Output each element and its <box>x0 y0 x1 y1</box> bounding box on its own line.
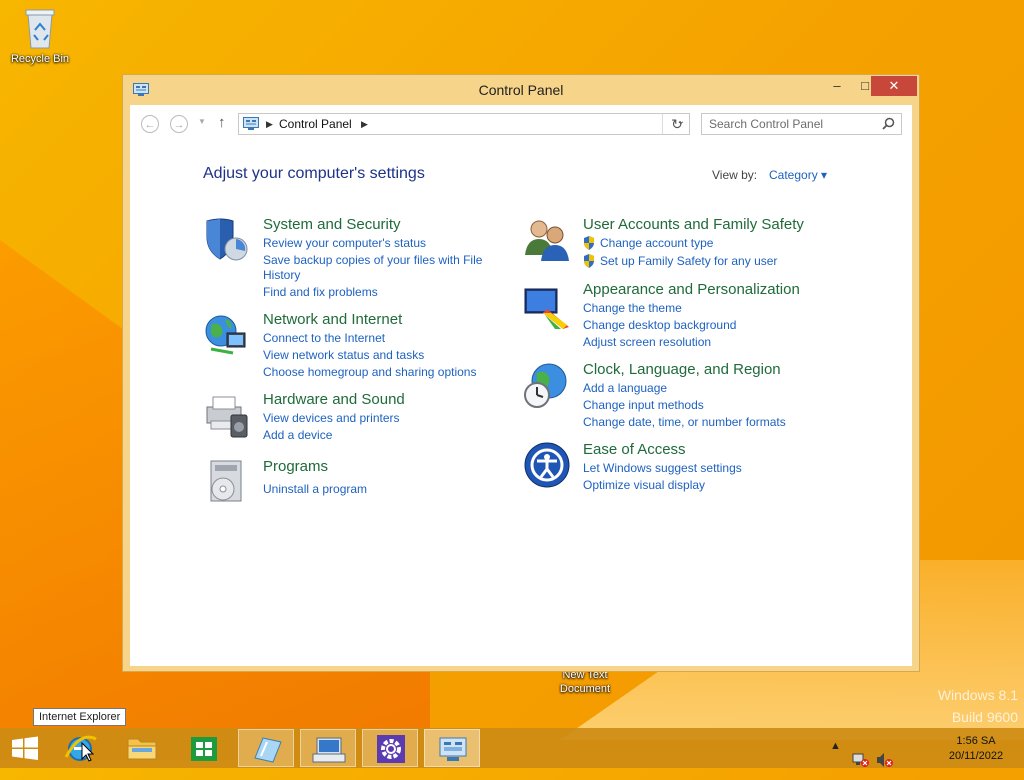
taskbar-notepad[interactable] <box>238 729 294 767</box>
uac-shield-icon <box>584 236 594 250</box>
address-field[interactable]: ▶ Control Panel ▶ ⌄ <box>238 113 690 135</box>
control-panel-icon <box>439 737 467 761</box>
control-panel-icon <box>243 117 259 130</box>
shield-icon[interactable] <box>203 215 251 263</box>
link-change-desktop-background[interactable]: Change desktop background <box>583 318 736 332</box>
minimize-button[interactable]: – <box>823 76 851 96</box>
category-network-and-internet[interactable]: Network and Internet <box>263 311 402 328</box>
search-box <box>701 113 902 135</box>
keyboard-icon <box>312 737 346 763</box>
search-input[interactable] <box>702 114 886 134</box>
clock-time: 1:56 SA <box>956 735 996 747</box>
link-change-account-type[interactable]: Change account type <box>600 236 713 250</box>
link-adjust-screen-resolution[interactable]: Adjust screen resolution <box>583 335 711 349</box>
taskbar-on-screen-keyboard[interactable] <box>300 729 356 767</box>
taskbar-store[interactable] <box>176 729 232 767</box>
windows-build-watermark: Windows 8.1 Build 9600 <box>938 684 1018 728</box>
link-change-the-theme[interactable]: Change the theme <box>583 301 682 315</box>
category-appearance-personalization[interactable]: Appearance and Personalization <box>583 281 800 298</box>
back-button[interactable]: ← <box>141 115 159 133</box>
start-button[interactable] <box>0 729 56 767</box>
up-arrow-icon[interactable]: ↑ <box>218 114 226 131</box>
category-clock-language-region[interactable]: Clock, Language, and Region <box>583 361 781 378</box>
new-text-document-desktop-icon[interactable]: New Text Document <box>548 668 622 696</box>
speaker-muted-icon[interactable] <box>876 740 894 780</box>
recycle-bin-desktop-icon[interactable]: Recycle Bin <box>6 6 74 65</box>
link-connect-to-internet[interactable]: Connect to the Internet <box>263 331 385 345</box>
taskbar: ▲ 1:56 SA 20/11/2022 <box>0 728 1024 768</box>
link-change-date-time-formats[interactable]: Change date, time, or number formats <box>583 415 786 429</box>
window-title: Control Panel <box>478 82 564 98</box>
notepad-icon <box>254 737 282 763</box>
title-bar[interactable]: Control Panel – □ ✕ <box>123 75 919 105</box>
breadcrumb-chevron-icon[interactable]: ▶ <box>361 116 368 132</box>
window-content: ← → ▼ ↑ ▶ Control Panel ▶ ⌄ ↻ Search Con… <box>130 105 912 666</box>
link-view-network-status[interactable]: View network status and tasks <box>263 348 424 362</box>
navigation-bar: ← → ▼ ↑ ▶ Control Panel ▶ ⌄ ↻ <box>130 105 912 145</box>
taskbar-tooltip: Internet Explorer <box>33 708 127 726</box>
link-uninstall-a-program[interactable]: Uninstall a program <box>263 482 367 496</box>
category-hardware-and-sound[interactable]: Hardware and Sound <box>263 391 405 408</box>
link-let-windows-suggest-settings[interactable]: Let Windows suggest settings <box>583 461 742 475</box>
link-add-a-device[interactable]: Add a device <box>263 428 332 442</box>
user-accounts-icon[interactable] <box>523 215 571 263</box>
link-change-input-methods[interactable]: Change input methods <box>583 398 704 412</box>
link-set-up-family-safety[interactable]: Set up Family Safety for any user <box>600 254 777 268</box>
network-status-icon[interactable] <box>852 740 870 780</box>
category-user-accounts[interactable]: User Accounts and Family Safety <box>583 216 804 233</box>
show-hidden-icons-chevron-icon[interactable]: ▲ <box>830 740 841 780</box>
programs-icon[interactable] <box>203 457 251 505</box>
gear-icon <box>377 735 405 763</box>
new-text-document-label: Document <box>559 683 611 695</box>
recycle-bin-icon <box>25 9 55 49</box>
taskbar-control-panel[interactable] <box>424 729 480 767</box>
link-add-a-language[interactable]: Add a language <box>583 381 667 395</box>
forward-button[interactable]: → <box>170 115 188 133</box>
printer-icon[interactable] <box>203 391 251 439</box>
system-clock[interactable]: 1:56 SA 20/11/2022 <box>940 734 1012 764</box>
search-icon[interactable] <box>882 117 895 130</box>
link-save-backup-copies[interactable]: History <box>263 268 300 282</box>
link-view-devices-printers[interactable]: View devices and printers <box>263 411 400 425</box>
taskbar-file-explorer[interactable] <box>114 729 170 767</box>
recycle-bin-label: Recycle Bin <box>10 53 70 65</box>
link-choose-homegroup[interactable]: Choose homegroup and sharing options <box>263 365 476 379</box>
clock-date: 20/11/2022 <box>948 750 1004 762</box>
watermark-line: Build 9600 <box>951 709 1018 725</box>
link-optimize-visual-display[interactable]: Optimize visual display <box>583 478 705 492</box>
view-by-dropdown[interactable]: Category ▾ <box>769 168 827 182</box>
category-system-and-security[interactable]: System and Security <box>263 216 401 233</box>
breadcrumb-chevron-icon[interactable]: ▶ <box>266 116 273 132</box>
folder-icon <box>127 738 157 760</box>
category-ease-of-access[interactable]: Ease of Access <box>583 441 686 458</box>
windows-logo-icon <box>12 736 38 760</box>
control-panel-window: Control Panel – □ ✕ ← → ▼ ↑ ▶ Control Pa… <box>122 74 920 672</box>
link-review-computer-status[interactable]: Review your computer's status <box>263 236 426 250</box>
link-save-backup-copies[interactable]: Save backup copies of your files with Fi… <box>263 253 482 267</box>
link-find-and-fix-problems[interactable]: Find and fix problems <box>263 285 378 299</box>
store-icon <box>191 737 217 761</box>
taskbar-internet-explorer[interactable] <box>54 729 110 767</box>
internet-explorer-icon <box>64 735 97 762</box>
close-button[interactable]: ✕ <box>871 76 917 96</box>
category-programs[interactable]: Programs <box>263 458 328 475</box>
network-globe-icon[interactable] <box>203 311 251 359</box>
watermark-line: Windows 8.1 <box>937 687 1018 703</box>
clock-globe-icon[interactable] <box>523 361 571 409</box>
taskbar-settings[interactable] <box>362 729 418 767</box>
view-by-label: View by: <box>712 168 758 182</box>
refresh-button[interactable]: ↻ <box>662 114 691 134</box>
breadcrumb-control-panel[interactable]: Control Panel <box>279 117 352 131</box>
page-title: Adjust your computer's settings <box>203 165 425 182</box>
appearance-monitor-icon[interactable] <box>523 283 571 331</box>
uac-shield-icon <box>584 254 594 268</box>
ease-of-access-icon[interactable] <box>523 441 571 489</box>
recent-locations-chevron-icon[interactable]: ▼ <box>198 117 206 126</box>
